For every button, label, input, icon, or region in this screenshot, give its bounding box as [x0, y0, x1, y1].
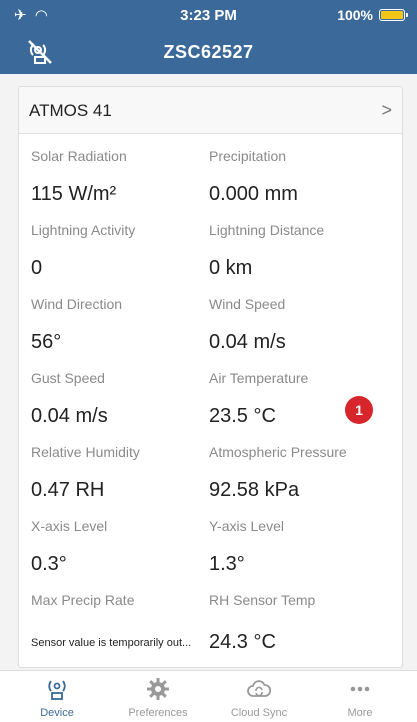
reading-lightning-activity: Lightning Activity 0 [31, 222, 211, 280]
reading-label: Atmospheric Pressure [209, 444, 347, 460]
tab-preferences[interactable]: Preferences [113, 677, 203, 719]
reading-wind-speed: Wind Speed 0.04 m/s [209, 296, 389, 354]
reading-value: 0.47 RH [31, 479, 105, 501]
reading-label: Gust Speed [31, 370, 105, 386]
status-battery: 100% [337, 7, 408, 23]
device-name: ATMOS 41 [29, 101, 112, 120]
reading-label: Y-axis Level [209, 518, 284, 534]
gear-icon [147, 678, 169, 700]
reading-atmospheric-pressure: Atmospheric Pressure 92.58 kPa [209, 444, 389, 502]
reading-label: X-axis Level [31, 518, 108, 534]
tab-device[interactable]: Device [12, 677, 102, 719]
device-header-row[interactable]: ATMOS 41 > [19, 87, 402, 134]
reading-gust-speed: Gust Speed 0.04 m/s [31, 370, 211, 428]
reading-lightning-distance: Lightning Distance 0 km [209, 222, 389, 280]
tab-label: Preferences [128, 707, 188, 719]
reading-label: Lightning Activity [31, 222, 136, 238]
reading-value: 1.3° [209, 553, 245, 575]
reading-precipitation: Precipitation 0.000 mm [209, 148, 389, 206]
battery-percent: 100% [337, 7, 373, 23]
reading-value: 0.000 mm [209, 183, 298, 205]
notification-badge[interactable]: 1 [345, 396, 373, 424]
reading-value: 0.04 m/s [209, 331, 286, 353]
reading-value: 0.04 m/s [31, 405, 108, 427]
reading-max-precip-rate: Max Precip Rate Sensor value is temporar… [31, 592, 211, 649]
reading-value: 92.58 kPa [209, 479, 300, 501]
reading-value: 0 km [209, 257, 253, 279]
tab-cloud-sync[interactable]: Cloud Sync [214, 677, 304, 719]
battery-icon [379, 9, 408, 21]
reading-y-axis-level: Y-axis Level 1.3° [209, 518, 389, 576]
tab-label: Cloud Sync [230, 707, 288, 719]
tab-label: More [347, 707, 373, 719]
reading-label: Precipitation [209, 148, 287, 164]
reading-label: Solar Radiation [31, 148, 127, 164]
chevron-right-icon: > [381, 100, 392, 120]
nav-bar: ZSC62527 [0, 30, 417, 74]
reading-value: 24.3 °C [209, 631, 276, 653]
reading-wind-direction: Wind Direction 56° [31, 296, 211, 354]
reading-label: Air Temperature [209, 370, 309, 386]
page-title: ZSC62527 [163, 42, 254, 62]
tab-label: Device [40, 707, 74, 719]
reading-rh-sensor-temp: RH Sensor Temp 24.3 °C [209, 592, 389, 654]
device-icon [48, 680, 66, 700]
reading-value: 0 [31, 257, 43, 279]
reading-relative-humidity: Relative Humidity 0.47 RH [31, 444, 211, 502]
reading-value: Sensor value is temporarily out... [31, 637, 192, 649]
reading-solar-radiation: Solar Radiation 115 W/m² [31, 148, 211, 206]
cloud-sync-icon [247, 680, 271, 697]
reading-x-axis-level: X-axis Level 0.3° [31, 518, 211, 576]
reading-label: Wind Direction [31, 296, 123, 312]
reading-label: Max Precip Rate [31, 592, 135, 608]
reading-label: Lightning Distance [209, 222, 325, 238]
more-icon [350, 686, 370, 692]
device-card: ATMOS 41 > Solar Radiation 115 W/m² Prec… [18, 86, 403, 668]
reading-value: 56° [31, 331, 62, 353]
status-bar: ✈ ◠ 3:23 PM 100% [0, 0, 417, 30]
reading-value: 0.3° [31, 553, 67, 575]
reading-value: 115 W/m² [31, 183, 117, 205]
reading-label: Wind Speed [209, 296, 286, 312]
reading-label: RH Sensor Temp [209, 592, 316, 608]
tab-more[interactable]: More [315, 677, 405, 719]
reading-label: Relative Humidity [31, 444, 140, 460]
tab-bar: Device Preferences Cloud Sync More [0, 670, 417, 722]
